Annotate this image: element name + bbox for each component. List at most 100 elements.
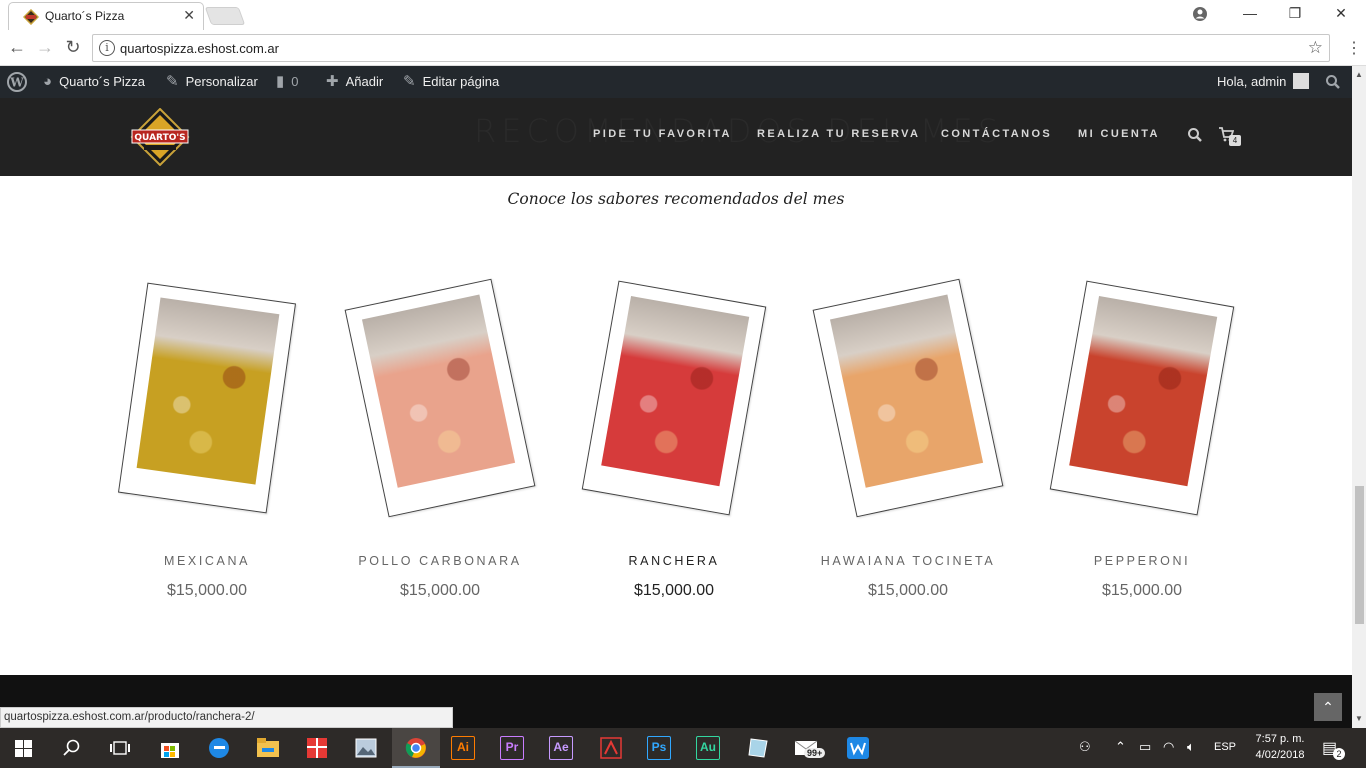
scroll-down-arrow[interactable]: ▼ xyxy=(1355,714,1363,723)
admin-search-icon[interactable] xyxy=(1325,74,1341,90)
product-image-frame[interactable] xyxy=(581,280,767,516)
page-scrollbar[interactable]: ▲ ▼ xyxy=(1352,66,1366,728)
task-view-icon[interactable] xyxy=(110,740,130,756)
language-indicator[interactable]: ESP xyxy=(1214,741,1236,753)
site-logo[interactable]: QUARTO'S xyxy=(130,108,190,166)
maximize-icon[interactable]: ❐ xyxy=(1280,5,1310,22)
product-photo[interactable] xyxy=(829,294,984,488)
new-tab-button[interactable] xyxy=(204,7,246,25)
back-icon[interactable]: ← xyxy=(6,37,28,58)
w-app-icon[interactable] xyxy=(846,736,870,760)
acrobat-icon[interactable] xyxy=(600,737,622,759)
product-card[interactable]: HAWAIANA TOCINETA $15,000.00 xyxy=(791,278,1025,608)
file-explorer-icon[interactable] xyxy=(257,738,279,758)
windows-taskbar: Ai Pr Ae Ps Au 99+ ⚇ ⌃ ▭ ◠ 🔈︎ ESP 7:57 p. m.… xyxy=(0,728,1366,768)
adobe-app-icon[interactable]: Pr xyxy=(500,736,524,760)
mail-app-button[interactable]: 99+ xyxy=(794,736,828,762)
section-subtitle: Conoce los sabores recomendados del mes xyxy=(507,190,845,208)
adobe-app-icon[interactable]: Ps xyxy=(647,736,671,760)
logo-text: QUARTO'S xyxy=(134,133,185,143)
product-photo[interactable] xyxy=(136,297,280,485)
product-photo[interactable] xyxy=(361,294,516,488)
windows-start-icon[interactable] xyxy=(15,740,32,757)
scroll-up-arrow[interactable]: ▲ xyxy=(1355,70,1363,79)
product-image-frame[interactable] xyxy=(1049,280,1235,516)
admin-comments-link[interactable]: ▮ 0 xyxy=(276,66,299,98)
product-card[interactable]: MEXICANA $15,000.00 xyxy=(90,282,324,608)
gift-app-icon[interactable] xyxy=(306,737,328,759)
bookmark-star-icon[interactable]: ☆ xyxy=(1308,38,1323,58)
admin-site-link[interactable]: ◕ Quarto´s Pizza xyxy=(43,66,145,98)
nav-mi-cuenta[interactable]: MI CUENTA xyxy=(1078,128,1160,140)
link-status-bubble: quartospizza.eshost.com.ar/producto/ranc… xyxy=(0,707,453,728)
notes-app-icon[interactable] xyxy=(747,737,769,759)
product-name[interactable]: POLLO CARBONARA xyxy=(323,554,557,568)
product-card[interactable]: RANCHERA $15,000.00 xyxy=(557,280,791,608)
section-title: RECOMENDADOS DEL MES xyxy=(474,112,1004,150)
tray-chevron-icon[interactable]: ⌃ xyxy=(1115,739,1126,755)
site-favicon-icon xyxy=(23,9,39,25)
nav-realiza-tu-reserva[interactable]: REALIZA TU RESERVA xyxy=(757,128,920,140)
product-card[interactable]: POLLO CARBONARA $15,000.00 xyxy=(323,278,557,608)
product-price: $15,000.00 xyxy=(633,582,715,599)
product-name[interactable]: MEXICANA xyxy=(90,554,324,568)
product-name[interactable]: RANCHERA xyxy=(557,554,791,568)
product-photo[interactable] xyxy=(601,295,750,487)
product-image-frame[interactable] xyxy=(344,278,536,518)
brush-icon: ✎ xyxy=(166,73,179,90)
admin-customize-link[interactable]: ✎ Personalizar xyxy=(166,66,258,98)
product-image-frame[interactable] xyxy=(117,282,297,514)
admin-account-link[interactable]: Hola, admin xyxy=(1217,66,1310,98)
taskbar-clock[interactable]: 7:57 p. m. 4/02/2018 xyxy=(1244,731,1316,763)
admin-add-link[interactable]: ✚ Añadir xyxy=(326,66,383,98)
product-price: $15,000.00 xyxy=(166,582,248,599)
product-name[interactable]: PEPPERONI xyxy=(1025,554,1259,568)
site-header: RECOMENDADOS DEL MES QUARTO'S PIDE TU FA… xyxy=(0,98,1352,176)
adobe-app-icon[interactable]: Au xyxy=(696,736,720,760)
search-taskbar-icon[interactable] xyxy=(63,739,81,757)
product-name[interactable]: HAWAIANA TOCINETA xyxy=(791,554,1025,568)
edge-icon[interactable] xyxy=(208,737,230,759)
product-price: $15,000.00 xyxy=(1101,582,1183,599)
address-bar[interactable]: i quartospizza.eshost.com.ar ☆ xyxy=(92,34,1330,62)
adobe-app-icon[interactable]: Ae xyxy=(549,736,573,760)
reload-icon[interactable]: ↻ xyxy=(62,37,84,58)
wifi-icon[interactable]: ◠ xyxy=(1163,739,1174,755)
address-url[interactable]: quartospizza.eshost.com.ar xyxy=(120,41,279,56)
chrome-menu-icon[interactable]: ⋮ xyxy=(1346,38,1362,58)
store-icon[interactable] xyxy=(159,737,181,759)
browser-tab[interactable]: Quarto´s Pizza ✕ xyxy=(8,2,204,30)
profile-icon[interactable] xyxy=(1192,6,1208,22)
search-icon[interactable] xyxy=(1187,127,1203,143)
photo-viewer-icon[interactable] xyxy=(355,738,377,758)
browser-tab-strip: Quarto´s Pizza ✕ — ❐ ✕ xyxy=(0,0,1366,30)
product-photo[interactable] xyxy=(1069,295,1218,487)
pencil-icon: ✎ xyxy=(403,73,416,90)
tab-close-icon[interactable]: ✕ xyxy=(183,7,195,24)
clock-time: 7:57 p. m. xyxy=(1255,733,1305,745)
cart-count-badge: 4 xyxy=(1229,135,1241,146)
product-image-frame[interactable] xyxy=(812,278,1004,518)
adobe-app-icon[interactable]: Ai xyxy=(451,736,475,760)
site-info-icon[interactable]: i xyxy=(99,40,115,56)
wordpress-icon[interactable]: W xyxy=(7,72,27,92)
action-center-button[interactable]: ▤ 2 xyxy=(1322,738,1345,760)
product-card[interactable]: PEPPERONI $15,000.00 xyxy=(1025,280,1259,608)
people-icon[interactable]: ⚇ xyxy=(1079,739,1091,755)
minimize-icon[interactable]: — xyxy=(1235,5,1265,21)
svg-text:W: W xyxy=(9,76,24,90)
scroll-to-top-button[interactable]: ⌃ xyxy=(1314,693,1342,721)
close-window-icon[interactable]: ✕ xyxy=(1326,5,1356,22)
volume-icon[interactable]: 🔈︎ xyxy=(1187,739,1195,755)
chrome-taskbar-button[interactable] xyxy=(392,728,440,768)
admin-edit-page-link[interactable]: ✎ Editar página xyxy=(403,66,499,98)
browser-toolbar: ← → ↻ i quartospizza.eshost.com.ar ☆ ⋮ xyxy=(0,30,1366,66)
dashboard-icon: ◕ xyxy=(43,73,53,90)
nav-contactanos[interactable]: CONTÁCTANOS xyxy=(941,128,1052,140)
scrollbar-thumb[interactable] xyxy=(1355,486,1364,624)
forward-icon[interactable]: → xyxy=(34,37,56,58)
notification-count: 2 xyxy=(1333,748,1345,760)
battery-icon[interactable]: ▭ xyxy=(1139,739,1151,755)
nav-pide-tu-favorita[interactable]: PIDE TU FAVORITA xyxy=(593,128,732,140)
clock-date: 4/02/2018 xyxy=(1255,749,1305,761)
